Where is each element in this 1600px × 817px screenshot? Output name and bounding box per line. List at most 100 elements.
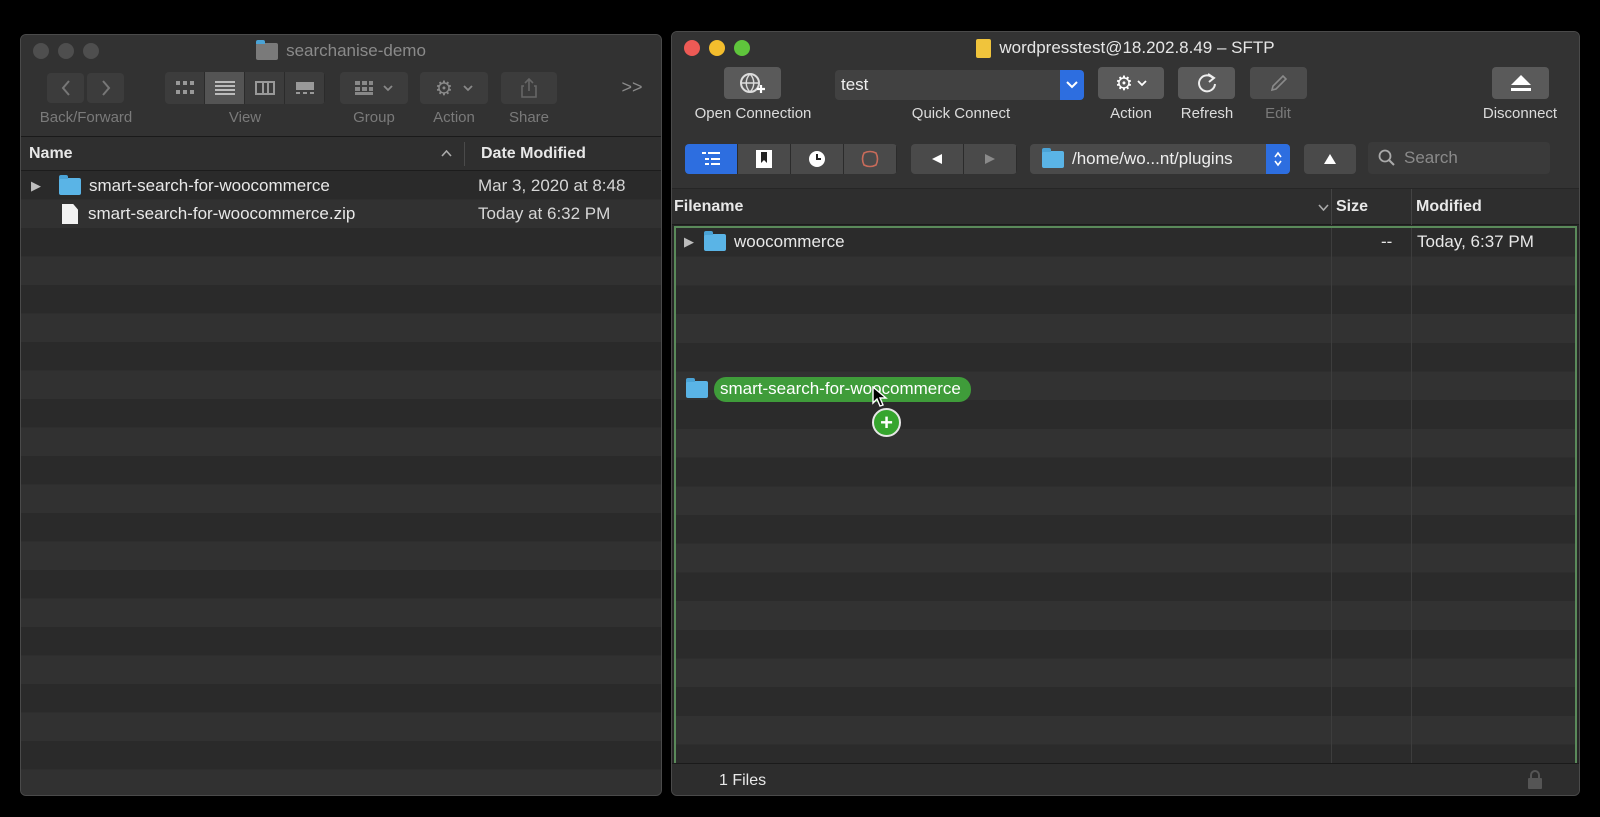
search-field[interactable]: Search [1368,142,1550,174]
triangle-right-icon [985,154,995,164]
folder-icon [704,230,726,251]
refresh-icon [1197,73,1216,93]
table-row[interactable]: ▶ woocommerce -- Today, 6:37 PM [676,228,1575,256]
column-divider [1331,189,1332,225]
up-down-chevron-icon [1274,151,1282,167]
list-item[interactable]: smart-search-for-woocommerce.zip Today a… [21,200,661,228]
edit-label: Edit [1265,105,1291,122]
pencil-icon [1270,74,1287,92]
date-modified-column-header[interactable]: Date Modified [481,145,586,163]
icon-view-button[interactable] [165,72,205,104]
filename-column-header[interactable]: Filename [674,198,743,216]
sftp-titlebar: wordpresstest@18.202.8.49 – SFTP Open Co… [672,32,1579,188]
quick-connect-combobox[interactable]: test [835,70,1084,100]
share-label: Share [508,109,550,126]
path-popup[interactable]: /home/wo...nt/plugins [1030,144,1290,174]
chevron-down-icon [383,84,393,91]
copy-plus-icon: + [872,408,901,437]
file-name: smart-search-for-woocommerce [89,176,330,195]
dragged-item-label: smart-search-for-woocommerce [714,377,971,402]
disconnect-button[interactable] [1492,67,1549,99]
column-view-button[interactable] [245,72,285,104]
file-count-status: 1 Files [719,772,767,789]
forward-button[interactable] [87,73,124,103]
bonjour-view-button[interactable] [844,144,897,174]
file-modified: Today, 6:37 PM [1417,232,1534,251]
outline-list-icon [702,152,720,165]
folder-icon [256,39,279,60]
browser-view-segmented-control[interactable] [685,144,897,174]
search-icon [1378,149,1395,166]
action-button[interactable]: ⚙ [1098,67,1164,99]
finder-file-list: ▶ smart-search-for-woocommerce Mar 3, 20… [21,171,661,795]
gallery-view-button[interactable] [285,72,325,104]
size-column-header[interactable]: Size [1336,198,1368,216]
navigate-forward-button[interactable] [964,144,1017,174]
finder-titlebar: searchanise-demo Back/Forward View Group… [21,35,661,137]
sftp-window: wordpresstest@18.202.8.49 – SFTP Open Co… [671,31,1580,796]
remote-file-list[interactable]: ▶ woocommerce -- Today, 6:37 PM [674,226,1577,765]
disclosure-triangle-icon[interactable]: ▶ [684,234,698,250]
bookmark-icon [756,150,772,168]
columns-icon [254,81,275,95]
share-button[interactable] [501,72,557,104]
list-icon [214,81,235,95]
eject-icon [1510,75,1531,91]
share-icon [521,78,537,98]
bookmark-file-icon [976,38,992,58]
parent-directory-button[interactable] [1304,144,1356,174]
back-button[interactable] [47,73,84,103]
browser-view-button[interactable] [685,144,738,174]
edit-button[interactable] [1250,67,1307,99]
zip-file-icon [62,204,78,224]
sort-ascending-icon [441,150,452,157]
name-column-header[interactable]: Name [29,145,73,163]
window-title: wordpresstest@18.202.8.49 – SFTP [672,38,1579,58]
open-connection-button[interactable] [724,67,781,99]
column-divider [464,142,465,166]
search-placeholder: Search [1404,148,1458,167]
clock-icon [809,151,825,167]
open-connection-label: Open Connection [694,105,812,122]
quick-connect-dropdown[interactable] [1060,70,1084,100]
mouse-pointer-icon [872,386,888,407]
chevron-down-icon [1137,79,1147,86]
bookmarks-view-button[interactable] [738,144,791,174]
history-view-button[interactable] [791,144,844,174]
refresh-button[interactable] [1178,67,1235,99]
path-popup-stepper[interactable] [1266,144,1290,174]
back-forward-label: Back/Forward [39,109,133,126]
file-date: Today at 6:32 PM [478,204,611,223]
triangle-left-icon [932,154,942,164]
group-button[interactable] [340,72,408,104]
modified-column-header[interactable]: Modified [1416,198,1482,216]
group-grid-icon [355,81,373,95]
file-name: smart-search-for-woocommerce.zip [88,204,356,223]
file-size: -- [1381,232,1393,251]
grid-icon [175,81,194,94]
dragged-item[interactable]: smart-search-for-woocommerce [686,377,971,402]
globe-plus-icon [739,73,765,93]
folder-icon [686,378,708,398]
folder-icon [1042,147,1064,168]
window-title-text: searchanise-demo [286,41,426,60]
column-gridline [1331,228,1332,763]
view-segmented-control[interactable] [165,72,325,104]
chevron-right-icon [101,80,110,96]
chevron-down-icon [1066,81,1078,89]
path-value: /home/wo...nt/plugins [1072,149,1233,168]
action-button[interactable]: ⚙ [420,72,488,104]
toolbar-overflow-button[interactable]: >> [617,77,647,98]
disconnect-label: Disconnect [1482,105,1558,122]
history-navigation-control[interactable] [911,144,1017,174]
list-view-button[interactable] [205,72,245,104]
chevron-left-icon [61,80,70,96]
lock-icon [1528,770,1542,789]
folder-icon [59,174,81,195]
navigate-back-button[interactable] [911,144,964,174]
list-item[interactable]: ▶ smart-search-for-woocommerce Mar 3, 20… [21,172,661,200]
status-bar: 1 Files [672,763,1579,795]
disclosure-triangle-icon[interactable]: ▶ [31,178,45,194]
gallery-icon [295,82,314,94]
chevron-down-icon [463,84,473,91]
